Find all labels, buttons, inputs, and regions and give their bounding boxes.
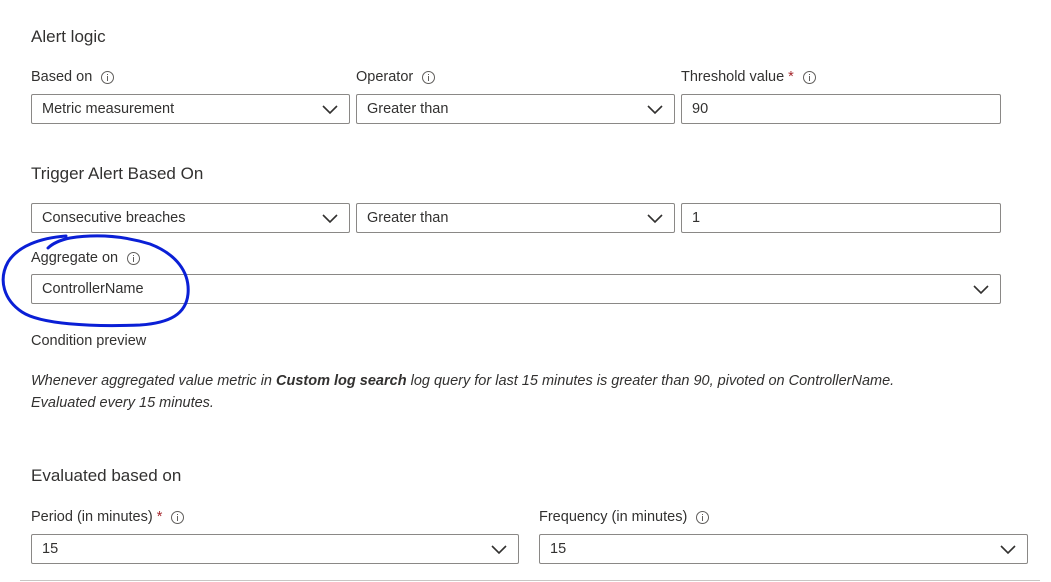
info-icon[interactable] [696, 510, 710, 524]
trigger-operator-dropdown[interactable]: Greater than [356, 203, 675, 233]
period-dropdown[interactable]: 15 [31, 534, 519, 564]
info-icon[interactable] [802, 70, 816, 84]
required-mark: * [788, 69, 794, 85]
threshold-input[interactable]: 90 [681, 94, 1001, 124]
chevron-down-icon [647, 105, 663, 115]
trigger-count-input[interactable]: 1 [681, 203, 1001, 233]
alert-logic-title: Alert logic [31, 27, 106, 46]
evaluation-title: Evaluated based on [31, 466, 182, 485]
condition-preview-text: Whenever aggregated value metric in Cust… [31, 373, 895, 411]
condition-preview-title: Condition preview [31, 333, 147, 349]
based-on-dropdown[interactable]: Metric measurement [31, 94, 350, 124]
query-name: Custom log search [276, 373, 407, 389]
based-on-label: Based on [31, 69, 115, 85]
period-label: Period (in minutes) * [31, 509, 185, 525]
info-icon[interactable] [101, 70, 115, 84]
chevron-down-icon [322, 214, 338, 224]
operator-dropdown[interactable]: Greater than [356, 94, 675, 124]
chevron-down-icon [322, 105, 338, 115]
chevron-down-icon [491, 545, 507, 555]
frequency-dropdown[interactable]: 15 [539, 534, 1028, 564]
chevron-down-icon [1000, 545, 1016, 555]
required-mark: * [156, 509, 163, 525]
info-icon[interactable] [171, 510, 185, 524]
trigger-type-dropdown[interactable]: Consecutive breaches [31, 203, 350, 233]
trigger-title: Trigger Alert Based On [31, 164, 204, 183]
chevron-down-icon [647, 214, 663, 224]
operator-label: Operator [356, 69, 436, 85]
threshold-label: Threshold value * [681, 69, 816, 85]
annotation-circle [1, 234, 190, 328]
section-divider [20, 580, 1040, 581]
chevron-down-icon [973, 285, 989, 295]
info-icon[interactable] [422, 70, 436, 84]
frequency-label: Frequency (in minutes) [539, 509, 710, 525]
